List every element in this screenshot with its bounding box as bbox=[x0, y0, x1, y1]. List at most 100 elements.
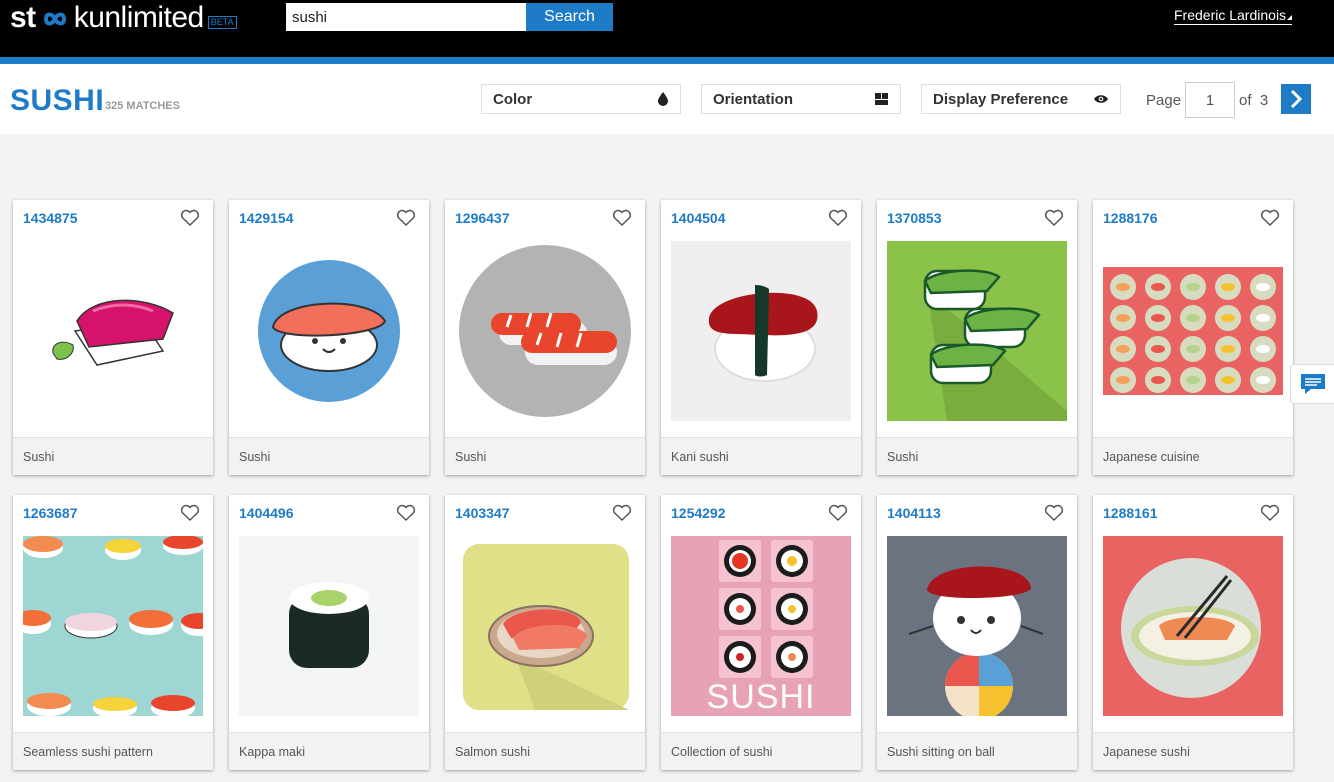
page-total: of 3 bbox=[1239, 92, 1269, 109]
droplet-icon bbox=[658, 92, 668, 106]
page-number-input[interactable] bbox=[1185, 82, 1235, 118]
food-icon bbox=[1256, 345, 1270, 353]
result-card[interactable]: 1370853 Sushi bbox=[877, 200, 1077, 475]
chevron-right-icon bbox=[1290, 90, 1303, 108]
image-id: 1403347 bbox=[455, 505, 510, 521]
food-icon bbox=[1221, 376, 1235, 384]
food-icon bbox=[1116, 376, 1130, 384]
food-icon bbox=[1221, 345, 1235, 353]
food-icon bbox=[1116, 314, 1130, 322]
image-thumbnail[interactable] bbox=[239, 241, 419, 421]
display-filter-label: Display Preference bbox=[933, 90, 1069, 108]
result-card[interactable]: 1263687 Seamless sushi pattern bbox=[13, 495, 213, 770]
feedback-button[interactable] bbox=[1290, 364, 1334, 404]
food-icon bbox=[1151, 345, 1165, 353]
heart-icon[interactable] bbox=[612, 504, 632, 522]
image-thumbnail[interactable] bbox=[1103, 241, 1283, 421]
image-thumbnail[interactable] bbox=[887, 536, 1067, 716]
search-button[interactable]: Search bbox=[526, 3, 613, 31]
match-count: 325 MATCHES bbox=[105, 100, 180, 112]
heart-icon[interactable] bbox=[828, 504, 848, 522]
logo-infinity-icon bbox=[43, 12, 66, 26]
food-icon bbox=[1186, 283, 1200, 291]
food-icon bbox=[1151, 376, 1165, 384]
image-thumbnail[interactable] bbox=[239, 536, 419, 716]
image-id: 1404113 bbox=[887, 505, 941, 521]
heart-icon[interactable] bbox=[180, 209, 200, 227]
color-filter[interactable]: Color bbox=[481, 84, 681, 114]
accent-stripe bbox=[0, 57, 1334, 64]
heart-icon[interactable] bbox=[1044, 504, 1064, 522]
image-title: Collection of sushi bbox=[661, 732, 861, 770]
image-thumbnail[interactable] bbox=[455, 241, 635, 421]
heart-icon[interactable] bbox=[1260, 504, 1280, 522]
heart-icon[interactable] bbox=[180, 504, 200, 522]
result-card[interactable]: 1429154 Sushi bbox=[229, 200, 429, 475]
image-title: Sushi bbox=[445, 437, 645, 475]
image-title: Sushi sitting on ball bbox=[877, 732, 1077, 770]
user-menu[interactable]: Frederic Lardinois bbox=[1174, 7, 1293, 25]
next-page-button[interactable] bbox=[1281, 84, 1311, 114]
heart-icon[interactable] bbox=[828, 209, 848, 227]
thumbnail-sushi-text: SUSHI bbox=[707, 678, 816, 716]
heart-icon[interactable] bbox=[1260, 209, 1280, 227]
result-card[interactable]: 1403347 Salmon sushi bbox=[445, 495, 645, 770]
page-label: Page bbox=[1146, 92, 1182, 109]
image-thumbnail[interactable] bbox=[671, 241, 851, 421]
image-id: 1434875 bbox=[23, 210, 78, 226]
image-id: 1263687 bbox=[23, 505, 78, 521]
image-title: Sushi bbox=[877, 437, 1077, 475]
food-icon bbox=[1186, 376, 1200, 384]
result-card[interactable]: 1404496 Kappa maki bbox=[229, 495, 429, 770]
image-thumbnail[interactable] bbox=[23, 241, 203, 421]
image-title: Kani sushi bbox=[661, 437, 861, 475]
result-card[interactable]: 1404113 Sushi sitting on ball bbox=[877, 495, 1077, 770]
image-id: 1288176 bbox=[1103, 210, 1158, 226]
result-card[interactable]: 1288176 Japanese cuisine bbox=[1093, 200, 1293, 475]
user-name: Frederic Lardinois bbox=[1174, 7, 1287, 23]
orientation-filter-label: Orientation bbox=[713, 90, 794, 108]
layout-icon bbox=[875, 93, 888, 105]
food-icon bbox=[1116, 283, 1130, 291]
image-id: 1404496 bbox=[239, 505, 294, 521]
search-input[interactable] bbox=[286, 3, 526, 31]
image-title: Salmon sushi bbox=[445, 732, 645, 770]
food-icon bbox=[1221, 283, 1235, 291]
food-icon bbox=[1256, 283, 1270, 291]
display-preference-filter[interactable]: Display Preference bbox=[921, 84, 1121, 114]
image-title: Kappa maki bbox=[229, 732, 429, 770]
food-icon bbox=[1256, 314, 1270, 322]
orientation-filter[interactable]: Orientation bbox=[701, 84, 901, 114]
results-header: SUSHI 325 MATCHES Color Orientation Disp… bbox=[0, 64, 1334, 134]
heart-icon[interactable] bbox=[396, 504, 416, 522]
image-title: Sushi bbox=[13, 437, 213, 475]
result-card[interactable]: 1254292 SUSHI Collection of sushi bbox=[661, 495, 861, 770]
heart-icon[interactable] bbox=[612, 209, 632, 227]
image-title: Seamless sushi pattern bbox=[13, 732, 213, 770]
heart-icon[interactable] bbox=[396, 209, 416, 227]
food-icon bbox=[1186, 345, 1200, 353]
image-thumbnail[interactable] bbox=[455, 536, 635, 716]
page-title: SUSHI bbox=[10, 84, 105, 117]
food-icon bbox=[1256, 376, 1270, 384]
food-icon bbox=[1151, 283, 1165, 291]
image-thumbnail[interactable] bbox=[1103, 536, 1283, 716]
result-card[interactable]: 1404504 Kani sushi bbox=[661, 200, 861, 475]
caret-icon bbox=[1287, 15, 1293, 20]
result-card[interactable]: 1288161 Japanese sushi bbox=[1093, 495, 1293, 770]
image-id: 1254292 bbox=[671, 505, 726, 521]
logo[interactable]: st kunlimited BETA bbox=[10, 0, 237, 36]
food-icon bbox=[1151, 314, 1165, 322]
heart-icon[interactable] bbox=[1044, 209, 1064, 227]
image-thumbnail[interactable] bbox=[23, 536, 203, 716]
image-title: Japanese sushi bbox=[1093, 732, 1293, 770]
result-card[interactable]: 1434875 Sushi bbox=[13, 200, 213, 475]
logo-text-right: kunlimited bbox=[73, 1, 205, 34]
image-id: 1429154 bbox=[239, 210, 294, 226]
image-thumbnail[interactable]: SUSHI bbox=[671, 536, 851, 716]
result-card[interactable]: 1296437 Sushi bbox=[445, 200, 645, 475]
image-thumbnail[interactable] bbox=[887, 241, 1067, 421]
food-icon bbox=[1186, 314, 1200, 322]
beta-badge: BETA bbox=[207, 15, 237, 29]
image-id: 1296437 bbox=[455, 210, 510, 226]
